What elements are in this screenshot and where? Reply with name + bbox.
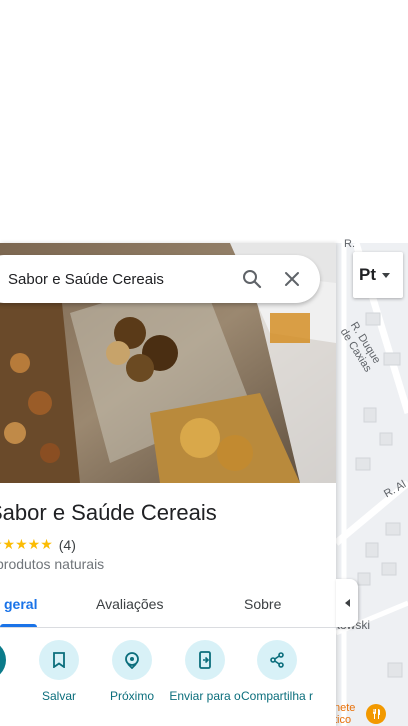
tab-overview[interactable]: geral: [4, 596, 37, 612]
screen: R. R. Duque de Caxias R. Al kowski nete …: [0, 0, 408, 726]
action-buttons: s Salvar Próximo Enviar para o: [0, 640, 336, 726]
chevron-down-icon: [382, 272, 390, 278]
action-label: Próximo: [109, 689, 154, 703]
place-title: Sabor e Saúde Cereais: [0, 500, 217, 525]
place-panel: Sabor e Saúde Cereais ★★★★★ (4) produtos…: [0, 243, 336, 726]
language-label: Pt: [359, 265, 376, 284]
place-tabs: geral Avaliações Sobre: [0, 583, 336, 628]
tab-reviews[interactable]: Avaliações: [96, 596, 163, 612]
restaurant-poi-icon[interactable]: [366, 704, 386, 724]
map-street-label: R.: [344, 238, 355, 250]
directions-icon: [0, 640, 6, 680]
place-category[interactable]: produtos naturais: [0, 556, 104, 572]
send-to-phone-icon: [185, 640, 225, 680]
review-count: (4): [58, 536, 76, 553]
rating-row[interactable]: ★★★★★ (4): [0, 536, 76, 553]
share-icon: [257, 640, 297, 680]
save-button[interactable]: Salvar: [21, 640, 97, 704]
star-rating-icon: ★★★★★: [0, 536, 53, 552]
nearby-button[interactable]: Próximo: [94, 640, 170, 704]
send-to-phone-button[interactable]: Enviar para o: [167, 640, 243, 704]
action-label: Enviar para o: [169, 689, 241, 703]
search-box[interactable]: Sabor e Saúde Cereais: [0, 255, 320, 303]
action-label: Salvar: [41, 689, 76, 703]
active-tab-indicator: [0, 624, 37, 627]
collapse-panel-button[interactable]: [336, 579, 358, 627]
tab-about[interactable]: Sobre: [244, 596, 281, 612]
chevron-left-icon: [344, 599, 350, 607]
nearby-icon: [112, 640, 152, 680]
close-icon[interactable]: [272, 259, 312, 299]
search-input[interactable]: Sabor e Saúde Cereais: [8, 271, 232, 288]
search-icon[interactable]: [232, 259, 272, 299]
bookmark-icon: [39, 640, 79, 680]
share-button[interactable]: Compartilha r: [239, 640, 315, 704]
language-dropdown-button[interactable]: Pt: [353, 252, 403, 298]
action-label: Compartilha r: [240, 689, 314, 703]
map-poi-label[interactable]: nete tico: [334, 702, 355, 726]
